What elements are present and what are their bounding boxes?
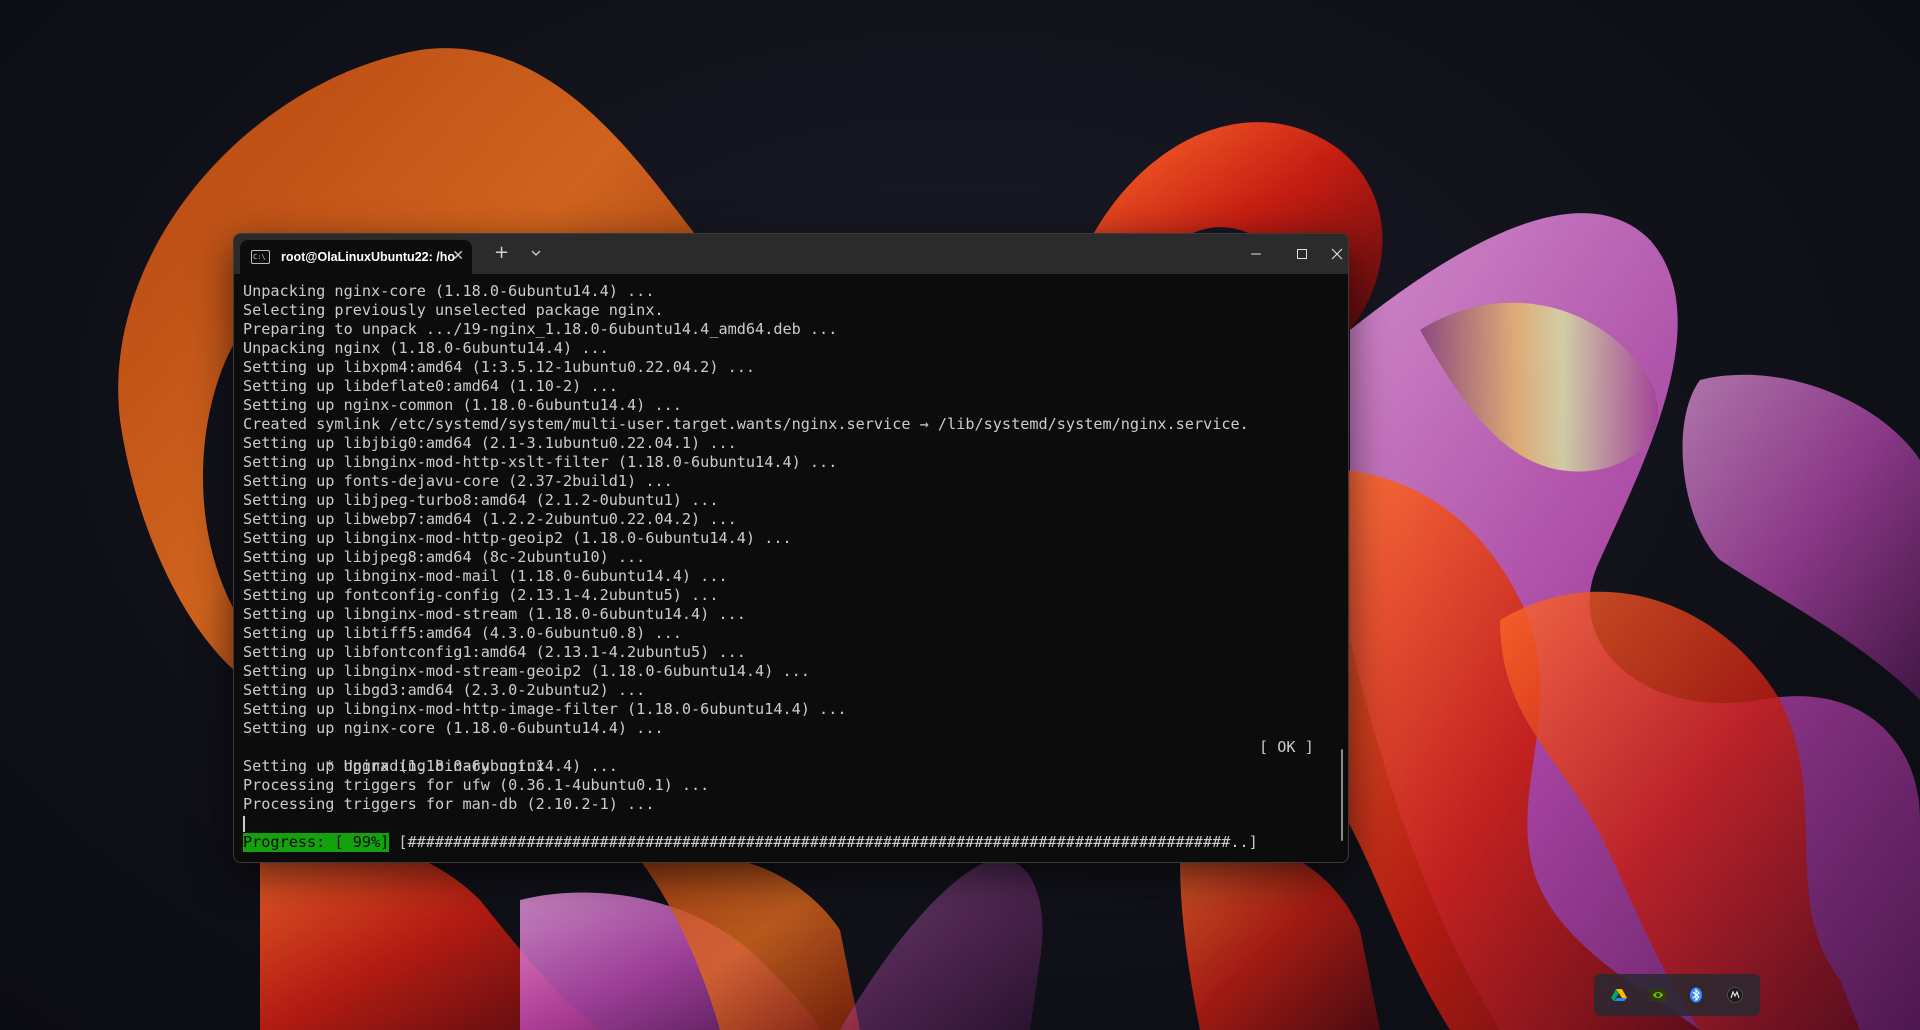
terminal-line: Setting up libfontconfig1:amd64 (2.13.1-…	[243, 643, 746, 661]
terminal-line: Preparing to unpack .../19-nginx_1.18.0-…	[243, 320, 838, 338]
close-button[interactable]	[1325, 234, 1348, 274]
new-tab-button[interactable]: +	[494, 244, 509, 262]
progress-line: Progress: [ 99%] [######################…	[243, 833, 1323, 852]
terminal-line: Setting up nginx (1.18.0-6ubuntu14.4) ..…	[243, 757, 618, 775]
terminal-line: Setting up libgd3:amd64 (2.3.0-2ubuntu2)…	[243, 681, 646, 699]
tab-terminal[interactable]: C:\ root@OlaLinuxUbuntu22: /ho ✕	[240, 240, 472, 274]
terminal-line: Setting up libtiff5:amd64 (4.3.0-6ubuntu…	[243, 624, 682, 642]
terminal-line: Setting up nginx-core (1.18.0-6ubuntu14.…	[243, 719, 664, 737]
terminal-line: Setting up nginx-common (1.18.0-6ubuntu1…	[243, 396, 682, 414]
terminal-line: Setting up libxpm4:amd64 (1:3.5.12-1ubun…	[243, 358, 756, 376]
terminal-output[interactable]: Unpacking nginx-core (1.18.0-6ubuntu14.4…	[243, 282, 1323, 852]
terminal-line: Setting up libdeflate0:amd64 (1.10-2) ..…	[243, 377, 618, 395]
prompt-line	[243, 814, 1323, 833]
terminal-line: Setting up libnginx-mod-http-image-filte…	[243, 700, 847, 718]
terminal-line: Setting up libjbig0:amd64 (2.1-3.1ubuntu…	[243, 434, 737, 452]
terminal-line: Setting up fontconfig-config (2.13.1-4.2…	[243, 586, 719, 604]
text-cursor	[243, 816, 245, 832]
terminal-line: Setting up fonts-dejavu-core (2.37-2buil…	[243, 472, 673, 490]
minimize-button[interactable]	[1233, 234, 1279, 274]
system-tray	[1594, 974, 1760, 1016]
google-drive-icon[interactable]	[1610, 986, 1628, 1004]
terminal-line: Setting up libnginx-mod-stream-geoip2 (1…	[243, 662, 810, 680]
bluetooth-icon[interactable]	[1687, 986, 1705, 1004]
upgrading-line: * Upgrading binary nginx [ OK ]	[243, 738, 1323, 775]
terminal-line: Setting up libnginx-mod-http-geoip2 (1.1…	[243, 529, 792, 547]
terminal-line: Setting up libwebp7:amd64 (1.2.2-2ubuntu…	[243, 510, 737, 528]
progress-label: Progress: [ 99%]	[243, 833, 390, 852]
close-tab-icon[interactable]: ✕	[452, 249, 464, 263]
terminal-line: Selecting previously unselected package …	[243, 301, 664, 319]
terminal-window: C:\ root@OlaLinuxUbuntu22: /ho ✕ + Unpac…	[233, 233, 1349, 863]
scrollbar-thumb[interactable]	[1341, 749, 1343, 841]
chevron-down-icon[interactable]	[528, 245, 544, 261]
terminal-line: Unpacking nginx (1.18.0-6ubuntu14.4) ...	[243, 339, 609, 357]
terminal-line: Setting up libnginx-mod-stream (1.18.0-6…	[243, 605, 746, 623]
terminal-line: Setting up libjpeg-turbo8:amd64 (2.1.2-0…	[243, 491, 719, 509]
output-lines-after: Setting up nginx (1.18.0-6ubuntu14.4) ..…	[243, 757, 1323, 814]
terminal-line: Setting up libjpeg8:amd64 (8c-2ubuntu10)…	[243, 548, 646, 566]
maximize-icon	[1297, 249, 1307, 259]
terminal-line: Setting up libnginx-mod-http-xslt-filter…	[243, 453, 838, 471]
ok-status: [ OK ]	[1259, 738, 1314, 756]
terminal-line: Created symlink /etc/systemd/system/mult…	[243, 415, 1249, 433]
terminal-icon: C:\	[251, 250, 270, 264]
output-lines: Unpacking nginx-core (1.18.0-6ubuntu14.4…	[243, 282, 1323, 738]
terminal-line: Setting up libnginx-mod-mail (1.18.0-6ub…	[243, 567, 728, 585]
desktop: C:\ root@OlaLinuxUbuntu22: /ho ✕ + Unpac…	[0, 0, 1920, 1030]
close-icon	[1331, 248, 1342, 260]
progress-bar: [#######################################…	[398, 833, 1258, 851]
terminal-line: Processing triggers for man-db (2.10.2-1…	[243, 795, 655, 813]
nvidia-icon[interactable]	[1649, 986, 1667, 1004]
minimize-icon	[1251, 253, 1261, 255]
maximize-button[interactable]	[1279, 234, 1325, 274]
title-bar[interactable]: C:\ root@OlaLinuxUbuntu22: /ho ✕ +	[234, 234, 1348, 274]
terminal-line: Unpacking nginx-core (1.18.0-6ubuntu14.4…	[243, 282, 655, 300]
terminal-line: Processing triggers for ufw (0.36.1-4ubu…	[243, 776, 710, 794]
app-icon[interactable]	[1726, 986, 1744, 1004]
tab-title: root@OlaLinuxUbuntu22: /ho	[281, 250, 455, 264]
